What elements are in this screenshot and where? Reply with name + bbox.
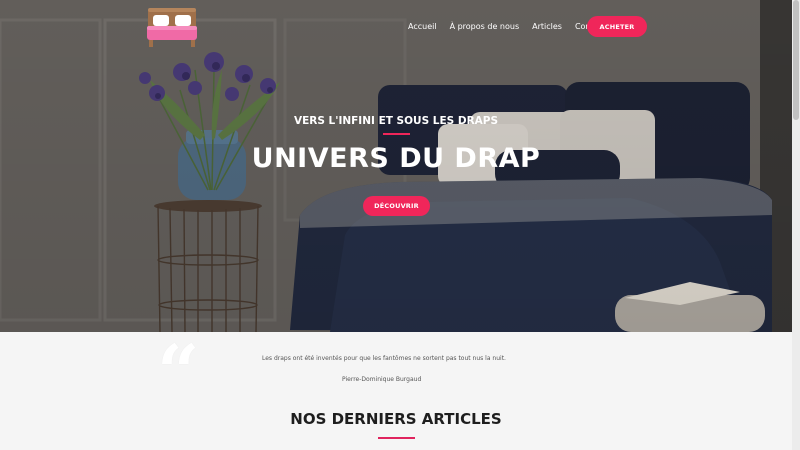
bed-icon[interactable] — [146, 6, 198, 48]
scrollbar-thumb[interactable] — [793, 0, 799, 120]
nav-item-articles[interactable]: Articles — [532, 22, 562, 31]
hero-title: UNIVERS DU DRAP — [251, 143, 541, 174]
hero-section: Accueil À propos de nous Articles Contac… — [0, 0, 792, 332]
scrollbar[interactable] — [792, 0, 800, 450]
quote-mark-icon: “ — [157, 330, 200, 416]
articles-heading: NOS DERNIERS ARTICLES — [290, 410, 502, 428]
quote-text: Les draps ont été inventés pour que les … — [262, 355, 506, 362]
quote-section — [0, 332, 792, 450]
hero-kicker: VERS L'INFINI ET SOUS LES DRAPS — [293, 115, 499, 127]
decouvrir-button[interactable]: DÉCOUVRIR — [363, 196, 430, 216]
hero-divider — [383, 133, 410, 135]
quote-author: Pierre-Dominique Burgaud — [342, 376, 422, 383]
nav-item-accueil[interactable]: Accueil — [408, 22, 437, 31]
nav-item-a-propos[interactable]: À propos de nous — [450, 22, 520, 31]
acheter-button[interactable]: ACHETER — [587, 16, 647, 37]
articles-divider — [378, 437, 415, 439]
